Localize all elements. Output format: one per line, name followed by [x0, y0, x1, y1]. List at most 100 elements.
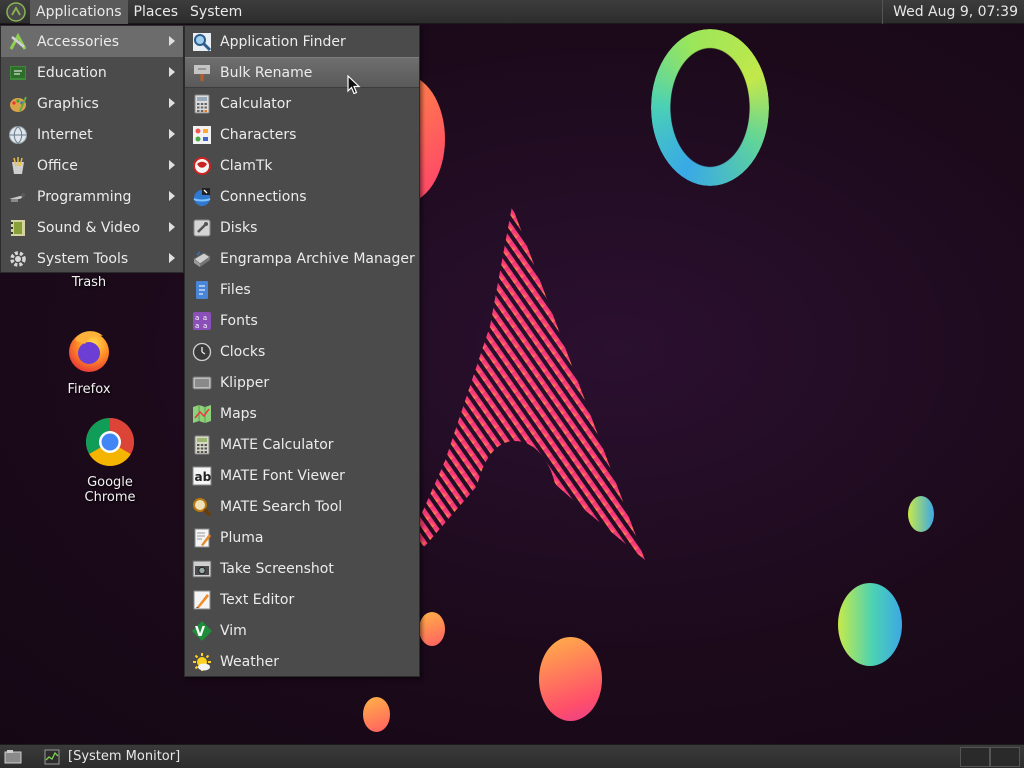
places-menu[interactable]: Places [128, 0, 185, 24]
submenu-arrow-icon [169, 160, 175, 170]
menu-item-label: Calculator [220, 95, 292, 112]
menu-item-bulk-rename[interactable]: Bulk Rename [185, 57, 419, 88]
menu-item-pluma[interactable]: Pluma [185, 522, 419, 553]
menu-item-label: Fonts [220, 312, 258, 329]
system-tools-icon [7, 248, 29, 270]
magnifier-icon [191, 31, 213, 53]
bulk-rename-icon [191, 62, 213, 84]
menu-item-characters[interactable]: Characters [185, 119, 419, 150]
svg-text:ab: ab [195, 470, 212, 484]
menu-item-text-editor[interactable]: Text Editor [185, 584, 419, 615]
category-accessories[interactable]: Accessories [1, 26, 183, 57]
menu-item-clamtk[interactable]: ClamTk [185, 150, 419, 181]
klipper-icon [191, 372, 213, 394]
wallpaper-ball-shape [419, 612, 445, 646]
mouse-cursor-icon [347, 75, 361, 95]
menu-item-calculator[interactable]: Calculator [185, 88, 419, 119]
characters-icon [191, 124, 213, 146]
menu-item-take-screenshot[interactable]: Take Screenshot [185, 553, 419, 584]
accessories-submenu: Application Finder Bulk Rename Calculato… [184, 25, 420, 677]
submenu-arrow-icon [169, 36, 175, 46]
category-education[interactable]: Education [1, 57, 183, 88]
category-sound-video[interactable]: Sound & Video [1, 212, 183, 243]
menu-item-weather[interactable]: Weather [185, 646, 419, 677]
menu-item-mate-calculator[interactable]: MATE Calculator [185, 429, 419, 460]
accessories-icon [7, 31, 29, 53]
menu-item-label: Connections [220, 188, 307, 205]
menu-item-maps[interactable]: Maps [185, 398, 419, 429]
top-panel: Applications Places System Wed Aug 9, 07… [0, 0, 1024, 24]
menu-item-label: MATE Search Tool [220, 498, 343, 515]
submenu-arrow-icon [169, 129, 175, 139]
menu-item-label: Weather [220, 653, 279, 670]
category-label: Internet [37, 126, 93, 143]
pluma-icon [191, 527, 213, 549]
menu-item-disks[interactable]: Disks [185, 212, 419, 243]
wallpaper-ring-shape [651, 29, 769, 186]
menu-item-connections[interactable]: Connections [185, 181, 419, 212]
workspace-1[interactable] [960, 747, 990, 767]
system-menu[interactable]: System [184, 0, 248, 24]
menu-item-klipper[interactable]: Klipper [185, 367, 419, 398]
menu-item-mate-search-tool[interactable]: MATE Search Tool [185, 491, 419, 522]
wallpaper-ball-shape [838, 583, 902, 666]
category-label: Sound & Video [37, 219, 141, 236]
svg-text:V: V [195, 625, 205, 640]
applications-category-menu: Accessories Education Graphics Internet … [0, 25, 184, 273]
menu-item-label: ClamTk [220, 157, 273, 174]
calculator-icon [191, 93, 213, 115]
system-monitor-icon [44, 749, 60, 764]
clamtk-icon [191, 155, 213, 177]
menu-item-fonts[interactable]: aaaa Fonts [185, 305, 419, 336]
menu-item-mate-font-viewer[interactable]: ab MATE Font Viewer [185, 460, 419, 491]
taskbar-window-system-monitor[interactable]: [System Monitor] [38, 746, 858, 768]
menu-item-label: Vim [220, 622, 247, 639]
submenu-arrow-icon [169, 98, 175, 108]
chrome-icon [85, 418, 135, 467]
disks-icon [191, 217, 213, 239]
workspace-2[interactable] [990, 747, 1020, 767]
menu-item-clocks[interactable]: Clocks [185, 336, 419, 367]
desktop-icon-firefox[interactable]: Firefox [52, 326, 126, 397]
category-system-tools[interactable]: System Tools [1, 243, 183, 274]
vim-icon: V [191, 620, 213, 642]
menu-item-engrampa[interactable]: Engrampa Archive Manager [185, 243, 419, 274]
category-programming[interactable]: Programming [1, 181, 183, 212]
menu-item-label: Text Editor [220, 591, 295, 608]
internet-icon [7, 124, 29, 146]
menu-item-label: Pluma [220, 529, 264, 546]
bottom-panel: [System Monitor] [0, 744, 1024, 768]
files-icon [191, 279, 213, 301]
archive-manager-icon [191, 248, 213, 270]
trash-label: Trash [71, 275, 107, 290]
firefox-icon [69, 331, 109, 372]
menu-item-application-finder[interactable]: Application Finder [185, 26, 419, 57]
weather-sun-icon [191, 651, 213, 673]
menu-item-vim[interactable]: V Vim [185, 615, 419, 646]
category-office[interactable]: Office [1, 150, 183, 181]
menu-item-label: Klipper [220, 374, 270, 391]
education-icon [7, 62, 29, 84]
show-desktop-icon[interactable] [2, 746, 24, 768]
category-label: Graphics [37, 95, 99, 112]
menu-item-label: MATE Calculator [220, 436, 334, 453]
camera-icon [191, 558, 213, 580]
panel-clock[interactable]: Wed Aug 9, 07:39 [882, 0, 1024, 24]
category-internet[interactable]: Internet [1, 119, 183, 150]
font-viewer-icon: ab [191, 465, 213, 487]
programming-icon [7, 186, 29, 208]
fonts-icon: aaaa [191, 310, 213, 332]
graphics-icon [7, 93, 29, 115]
svg-text:a: a [195, 314, 199, 322]
submenu-arrow-icon [169, 222, 175, 232]
svg-text:a: a [203, 314, 207, 322]
menu-item-label: Bulk Rename [220, 64, 313, 81]
menu-item-files[interactable]: Files [185, 274, 419, 305]
category-label: Programming [37, 188, 132, 205]
applications-menu[interactable]: Applications [30, 0, 128, 24]
connections-icon [191, 186, 213, 208]
category-label: Accessories [37, 33, 120, 50]
desktop-icon-chrome[interactable]: Google Chrome [60, 417, 160, 505]
mate-logo-icon[interactable] [6, 1, 26, 22]
category-graphics[interactable]: Graphics [1, 88, 183, 119]
